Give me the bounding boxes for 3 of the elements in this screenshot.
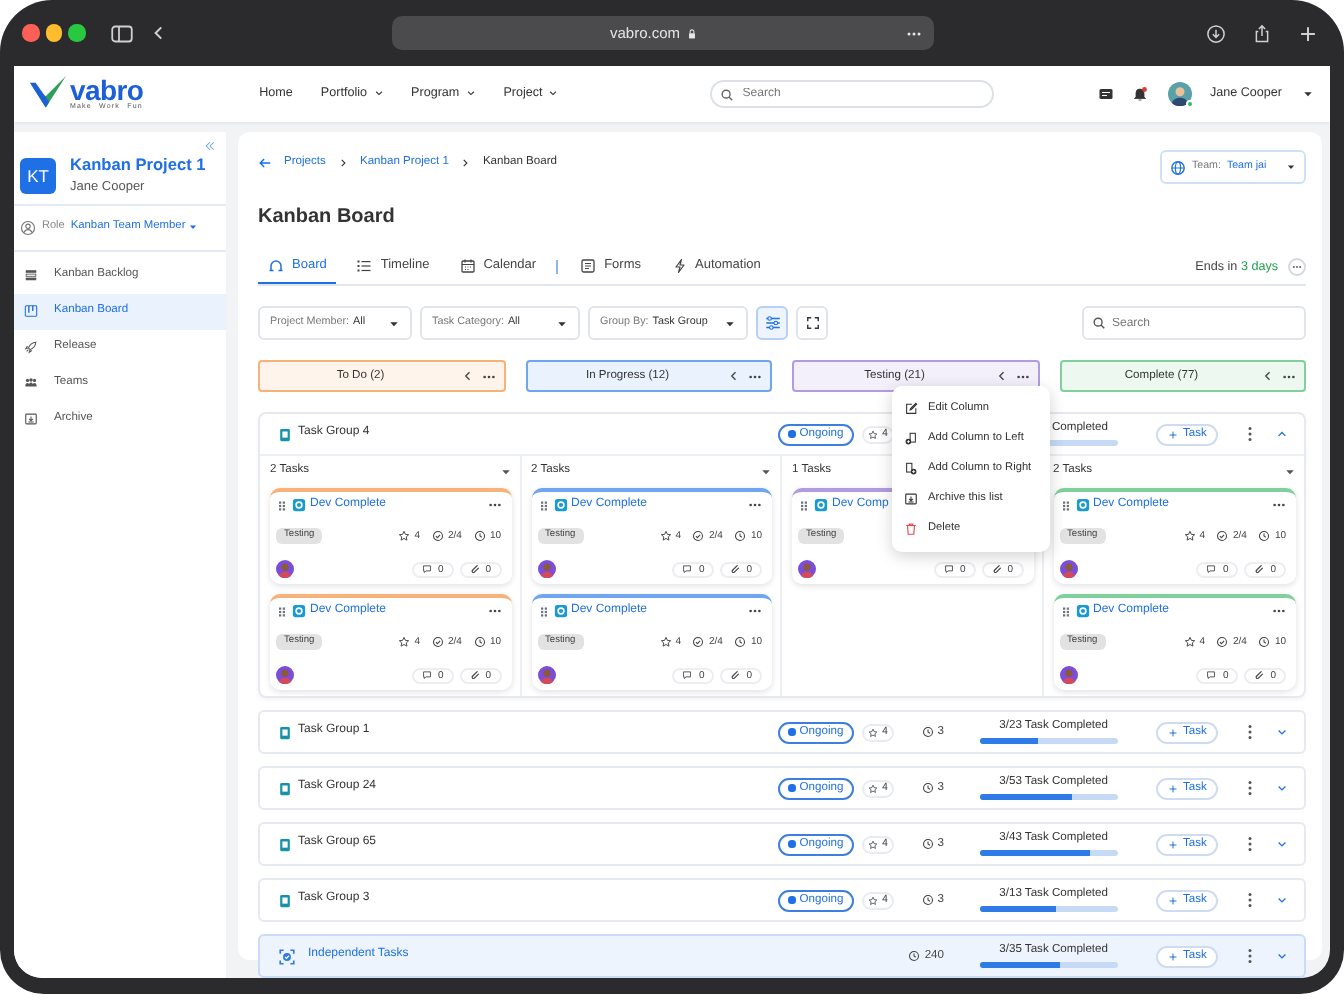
- page-title: Kanban Board: [258, 204, 397, 232]
- project-name: Kanban Project 1: [70, 156, 206, 176]
- project-avatar: KT: [20, 157, 56, 194]
